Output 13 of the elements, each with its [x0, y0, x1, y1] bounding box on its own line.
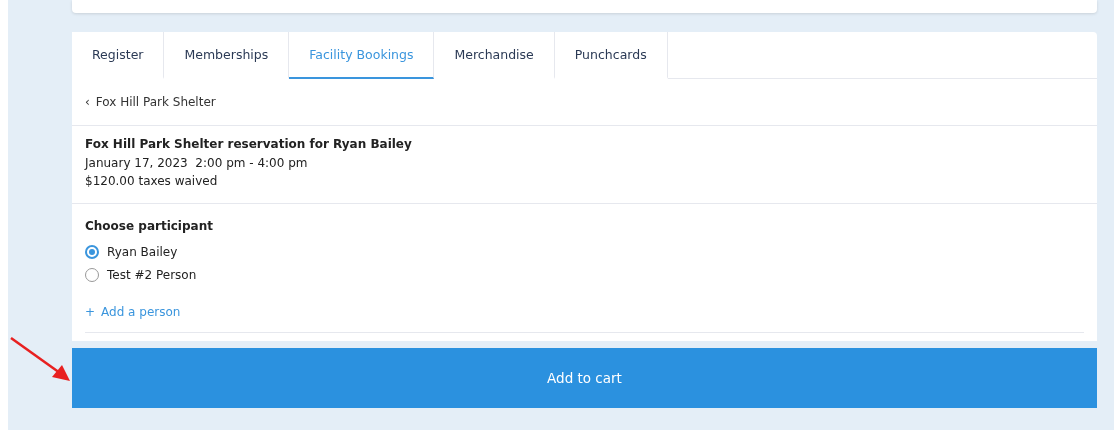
tab[interactable]: Merchandise — [434, 32, 555, 79]
back-link[interactable]: ‹ Fox Hill Park Shelter — [85, 95, 216, 109]
participant-name: Ryan Bailey — [107, 245, 178, 259]
tab[interactable]: Punchcards — [554, 32, 668, 79]
participant-name: Test #2 Person — [107, 268, 197, 282]
reservation-price: $120.00 taxes waived — [85, 173, 219, 190]
reservation-datetime: January 17, 2023 2:00 pm - 4:00 pm — [85, 154, 309, 172]
arrow-drawing — [10, 337, 72, 383]
participant-heading: Choose participant — [85, 218, 214, 233]
radio-button[interactable] — [85, 245, 99, 259]
tab[interactable]: Memberships — [164, 32, 290, 79]
tab[interactable]: Register — [72, 32, 165, 79]
reservation-title: Fox Hill Park Shelter reservation for Ryan Bailey — [85, 136, 413, 153]
